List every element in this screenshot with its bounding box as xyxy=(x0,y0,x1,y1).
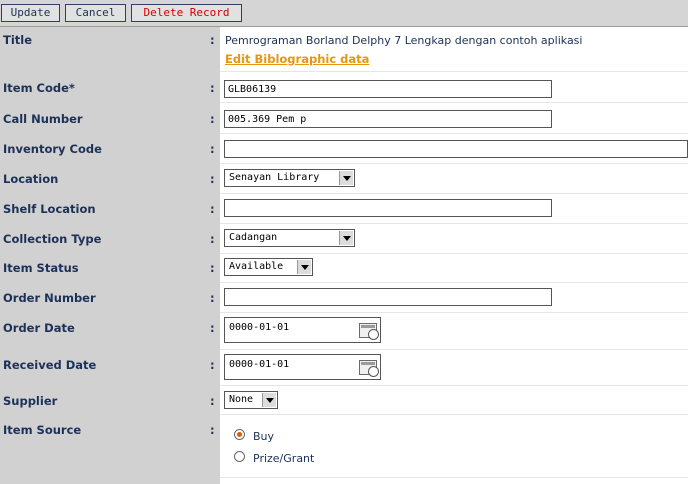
supplier-row: Supplier : None xyxy=(0,387,688,415)
item-source-row: Item Source : Buy Prize/Grant xyxy=(0,416,688,478)
delete-record-button[interactable]: Delete Record xyxy=(131,4,242,22)
collection-type-select[interactable]: Cadangan xyxy=(224,229,355,247)
colon: : xyxy=(210,358,215,372)
colon: : xyxy=(210,33,215,47)
item-status-row: Item Status : Available xyxy=(0,255,688,283)
item-source-label: Item Source xyxy=(3,423,82,437)
inventory-code-input[interactable] xyxy=(224,140,688,158)
order-number-label: Order Number xyxy=(3,291,96,305)
chevron-down-icon xyxy=(262,393,276,407)
title-value: Pemrograman Borland Delphy 7 Lengkap den… xyxy=(225,34,583,47)
received-date-field[interactable]: 0000-01-01 xyxy=(224,354,381,380)
inventory-code-row: Inventory Code : xyxy=(0,135,688,164)
location-selected-value: Senayan Library xyxy=(229,172,320,183)
location-row: Location : Senayan Library xyxy=(0,165,688,194)
item-code-input[interactable] xyxy=(224,80,552,98)
location-select[interactable]: Senayan Library xyxy=(224,169,355,187)
collection-type-label: Collection Type xyxy=(3,232,102,246)
item-source-prize-radio[interactable] xyxy=(234,451,245,462)
colon: : xyxy=(210,394,215,408)
order-date-row: Order Date : 0000-01-01 xyxy=(0,314,688,350)
item-status-select[interactable]: Available xyxy=(224,258,313,276)
colon: : xyxy=(210,112,215,126)
order-date-label: Order Date xyxy=(3,321,75,335)
toolbar: Update Cancel Delete Record xyxy=(0,0,688,27)
colon: : xyxy=(210,142,215,156)
colon: : xyxy=(210,232,215,246)
chevron-down-icon xyxy=(339,231,353,245)
update-button[interactable]: Update xyxy=(1,4,60,22)
colon: : xyxy=(210,81,215,95)
item-code-row: Item Code* : xyxy=(0,73,688,103)
item-source-buy-label[interactable]: Buy xyxy=(253,430,274,443)
received-date-row: Received Date : 0000-01-01 xyxy=(0,351,688,386)
chevron-down-icon xyxy=(297,260,311,274)
collection-type-selected-value: Cadangan xyxy=(229,232,278,243)
shelf-location-input[interactable] xyxy=(224,199,552,217)
chevron-down-icon xyxy=(339,171,353,185)
supplier-label: Supplier xyxy=(3,394,58,408)
supplier-selected-value: None xyxy=(229,394,254,405)
call-number-label: Call Number xyxy=(3,112,83,126)
received-date-value: 0000-01-01 xyxy=(229,359,290,370)
colon: : xyxy=(210,261,215,275)
calendar-icon[interactable] xyxy=(359,360,379,377)
colon: : xyxy=(210,172,215,186)
collection-type-row: Collection Type : Cadangan xyxy=(0,225,688,254)
order-date-value: 0000-01-01 xyxy=(229,322,290,333)
colon: : xyxy=(210,321,215,335)
supplier-select[interactable]: None xyxy=(224,391,278,409)
order-date-field[interactable]: 0000-01-01 xyxy=(224,317,381,343)
location-label: Location xyxy=(3,172,59,186)
call-number-input[interactable] xyxy=(224,110,552,128)
title-row: Title : Pemrograman Borland Delphy 7 Len… xyxy=(0,27,688,72)
item-status-selected-value: Available xyxy=(229,261,284,272)
item-source-prize-label[interactable]: Prize/Grant xyxy=(253,452,314,465)
colon: : xyxy=(210,202,215,216)
edit-bibliographic-link[interactable]: Edit Biblographic data xyxy=(225,52,369,66)
item-source-buy-radio[interactable] xyxy=(234,429,245,440)
call-number-row: Call Number : xyxy=(0,104,688,134)
order-number-row: Order Number : xyxy=(0,284,688,313)
shelf-location-label: Shelf Location xyxy=(3,202,96,216)
cancel-button[interactable]: Cancel xyxy=(65,4,126,22)
received-date-label: Received Date xyxy=(3,358,97,372)
colon: : xyxy=(210,291,215,305)
title-label: Title xyxy=(3,33,33,47)
item-code-label: Item Code* xyxy=(3,81,75,95)
item-status-label: Item Status xyxy=(3,261,79,275)
calendar-icon[interactable] xyxy=(359,323,379,340)
colon: : xyxy=(210,423,215,437)
order-number-input[interactable] xyxy=(224,288,552,306)
inventory-code-label: Inventory Code xyxy=(3,142,102,156)
shelf-location-row: Shelf Location : xyxy=(0,195,688,224)
